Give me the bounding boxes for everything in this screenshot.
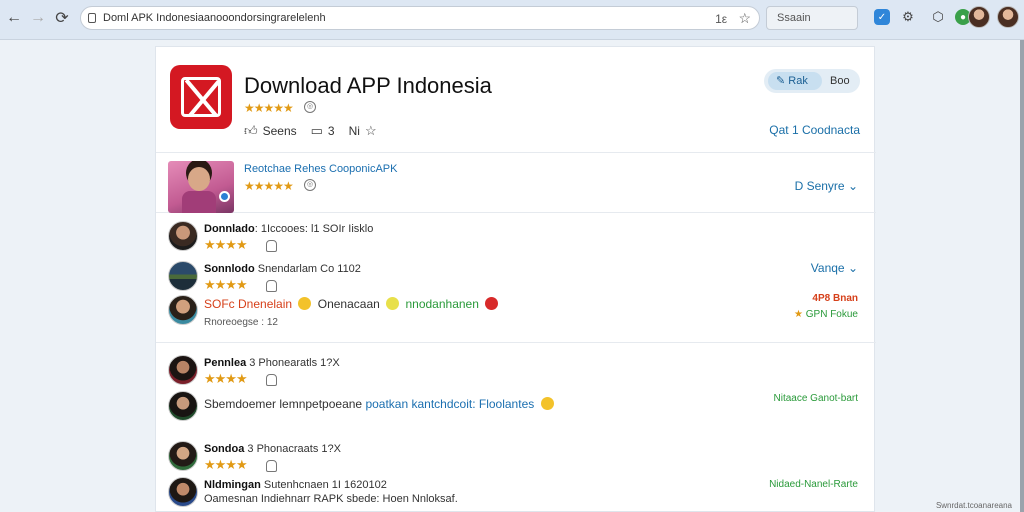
thumbs-up-icon: 👍︎	[244, 123, 258, 138]
app-page: Download APP Indonesia ★★★★★ ◎ 👍︎ Seens ▭…	[155, 46, 876, 512]
comment-icon: ▭	[310, 123, 323, 138]
bookmark-star-icon[interactable]: ☆	[738, 10, 751, 26]
rating-badge-icon: ◎	[304, 101, 316, 113]
featured-dropdown[interactable]: D Senyre ⌄	[795, 179, 858, 193]
translate-icon[interactable]: ⚙	[900, 9, 916, 25]
avatar[interactable]	[168, 261, 198, 291]
featured-title[interactable]: Reotchae Rehes CooponicAPK	[244, 163, 397, 175]
review-comment: Oamesnan Indiehnarr RAPK sbede: Hoen Nnl…	[204, 493, 458, 505]
primary-toggle-button[interactable]: ✎ Rak	[768, 72, 822, 90]
reviews-dropdown[interactable]: Vanqe ⌄	[811, 261, 858, 275]
reviewer-name: Nldmingan Sutenhcnaen 1I 1620102	[204, 479, 387, 491]
review-stars: ★★★★	[204, 457, 248, 472]
app-header: Download APP Indonesia ★★★★★ ◎ 👍︎ Seens ▭…	[156, 47, 876, 153]
search-input[interactable]: Ssaain	[766, 6, 858, 30]
profile-avatar-secondary[interactable]	[997, 6, 1019, 28]
avatar[interactable]	[168, 477, 198, 507]
smile-emoji-icon	[540, 397, 554, 410]
favorite-button[interactable]: Ni ☆	[349, 123, 377, 139]
side-tag-green[interactable]: ★ GPN Fokue	[794, 309, 858, 320]
heart-emoji-icon	[485, 297, 499, 310]
review-comment: SOFc Dnenelain Onenacaan nnodanhanen	[204, 297, 501, 311]
address-bar[interactable]: Doml APK Indonesiaanooondorsingrarelelen…	[80, 6, 760, 30]
avatar[interactable]	[168, 355, 198, 385]
scrollbar[interactable]	[1020, 40, 1024, 512]
chevron-down-icon: ⌄	[847, 179, 858, 193]
profile-avatar[interactable]	[968, 6, 990, 28]
featured-thumbnail[interactable]	[168, 161, 234, 213]
reviewer-name: Sonnlodo Snendarlam Co 1102	[204, 263, 361, 275]
side-tag-green[interactable]: Nidaed-Nanel-Rarte	[769, 479, 858, 490]
reviews-group-1: Donnlado: 1Iccooes: l1 SOIr Iisklo ★★★★ …	[156, 213, 876, 343]
like-icon[interactable]	[266, 280, 277, 292]
watermark-text: Swnrdat.tcoanareana	[935, 501, 1012, 510]
app-logo	[170, 65, 232, 129]
reviewer-name: Sondoa 3 Phonacraats 1?X	[204, 443, 341, 455]
like-icon[interactable]	[266, 240, 277, 252]
shield-extension-icon[interactable]: ✓	[874, 9, 890, 25]
avatar[interactable]	[168, 391, 198, 421]
review-meta: Rnoreoegse : 12	[204, 317, 278, 328]
app-title: Download APP Indonesia	[244, 73, 492, 98]
avatar[interactable]	[168, 295, 198, 325]
url-text: Doml APK Indonesiaanooondorsingrarelelen…	[103, 12, 326, 24]
like-icon[interactable]	[266, 374, 277, 386]
review-stars: ★★★★	[204, 237, 248, 252]
reviewer-name: Pennlea 3 Phonearatls 1?X	[204, 357, 340, 369]
extensions-puzzle-icon[interactable]: ⬡	[930, 9, 946, 25]
featured-section: Reotchae Rehes CooponicAPK ★★★★★ ◎ D Sen…	[156, 153, 876, 213]
like-icon[interactable]	[266, 460, 277, 472]
chevron-down-icon: ⌄	[847, 261, 858, 275]
star-icon: ☆	[364, 123, 377, 138]
browser-toolbar: ← → ⟳ Doml APK Indonesiaanooondorsingrar…	[0, 0, 1024, 40]
star-icon: ★	[794, 309, 803, 320]
verified-badge-icon	[219, 191, 230, 202]
reviewer-name: Donnlado: 1Iccooes: l1 SOIr Iisklo	[204, 223, 374, 235]
side-tag-green[interactable]: Nitaace Ganot-bart	[774, 393, 859, 404]
secondary-toggle-button[interactable]: Boo	[830, 69, 850, 93]
back-icon[interactable]: ←	[4, 8, 24, 28]
forward-icon[interactable]: →	[28, 8, 48, 28]
grin-emoji-icon	[386, 297, 400, 310]
review-stars: ★★★★	[204, 371, 248, 386]
avatar[interactable]	[168, 221, 198, 251]
like-button[interactable]: 👍︎ Seens	[244, 123, 297, 139]
header-link[interactable]: Qat 1 Coodnacta	[769, 123, 860, 137]
reload-icon[interactable]: ⟳	[52, 8, 72, 28]
review-comment: Sbemdoemer lemnpetpoeane poatkan kantchd…	[204, 397, 557, 411]
avatar[interactable]	[168, 441, 198, 471]
review-stars: ★★★★	[204, 277, 248, 292]
featured-stars: ★★★★★	[244, 179, 294, 193]
rating-stars: ★★★★★	[244, 101, 294, 115]
url-tool-text[interactable]: 1ε	[715, 12, 727, 26]
comments-button[interactable]: ▭ 3	[311, 123, 335, 139]
header-toggle: ✎ Rak Boo	[764, 69, 860, 93]
pencil-icon: ✎	[776, 75, 786, 87]
smile-emoji-icon	[298, 297, 312, 310]
lock-icon	[88, 13, 96, 23]
app-actions: 👍︎ Seens ▭ 3 Ni ☆	[244, 123, 377, 139]
featured-rating-icon: ◎	[304, 179, 316, 191]
reviews-group-2: Pennlea 3 Phonearatls 1?X ★★★★ Sbemdoeme…	[156, 343, 876, 512]
side-tag-red[interactable]: 4P8 Bnan	[812, 293, 858, 304]
